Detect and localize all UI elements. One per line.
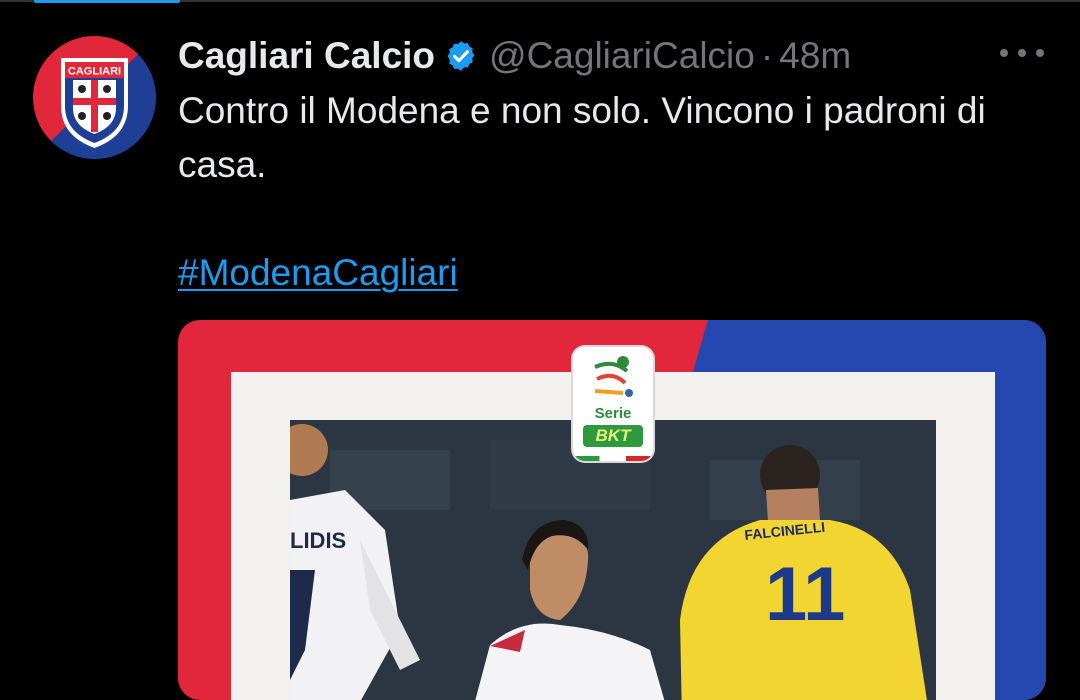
author-name[interactable]: Cagliari Calcio [178, 35, 435, 77]
active-tab-indicator [34, 0, 180, 3]
author-handle[interactable]: @CagliariCalcio [489, 35, 755, 77]
meta-separator: · [760, 35, 774, 76]
avatar[interactable]: CAGLIARI [33, 36, 156, 159]
serie-b-logo: Serie BKT [573, 347, 653, 461]
serie-b-logo-icon [594, 356, 633, 397]
italian-flag-stripe [573, 456, 653, 461]
verified-badge-icon [444, 39, 478, 73]
more-dot [1018, 49, 1026, 57]
left-player-name: LIDIS [290, 528, 346, 553]
more-dot [1000, 49, 1008, 57]
tweet-media-image[interactable]: LIDIS FALCINELLI 11 Serie BKT [178, 320, 1046, 700]
more-options-icon[interactable] [1000, 44, 1044, 62]
more-dot [1036, 49, 1044, 57]
match-photo: LIDIS FALCINELLI 11 [290, 420, 936, 700]
cagliari-crest-icon: CAGLIARI [61, 58, 128, 148]
tweet-text: Contro il Modena e non solo. Vincono i p… [178, 90, 986, 185]
tweet-header: Cagliari Calcio @CagliariCalcio · 48m [178, 30, 1058, 82]
hashtag-link[interactable]: #ModenaCagliari [178, 246, 458, 300]
serie-label: Serie [594, 405, 632, 422]
avatar-crest-text: CAGLIARI [68, 66, 121, 78]
bkt-label: BKT [583, 425, 643, 447]
right-player-number: 11 [765, 552, 845, 637]
tweet-timestamp[interactable]: 48m [779, 35, 851, 77]
